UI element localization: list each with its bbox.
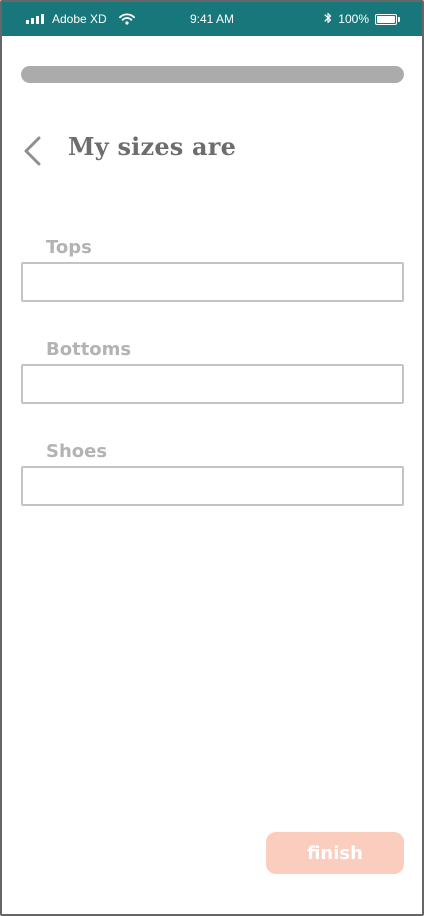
finish-button[interactable]: finish [266,832,404,874]
progress-fill [21,66,404,83]
status-bar: Adobe XD 9:41 AM 100% [2,2,422,36]
tops-input[interactable] [21,262,404,302]
status-right: 100% [324,2,400,36]
bottoms-input[interactable] [21,364,404,404]
shoes-input[interactable] [21,466,404,506]
battery-icon [375,13,400,25]
page-title: My sizes are [68,132,237,161]
bottoms-label: Bottoms [46,339,132,360]
battery-percent: 100% [338,12,369,26]
shoes-label: Shoes [46,441,108,462]
chevron-left-icon [24,136,41,166]
bluetooth-icon [324,12,332,27]
phone-frame: Adobe XD 9:41 AM 100% My sizes are Tops … [0,0,424,916]
back-button[interactable] [18,134,46,168]
tops-label: Tops [46,237,92,258]
progress-bar [21,66,404,83]
